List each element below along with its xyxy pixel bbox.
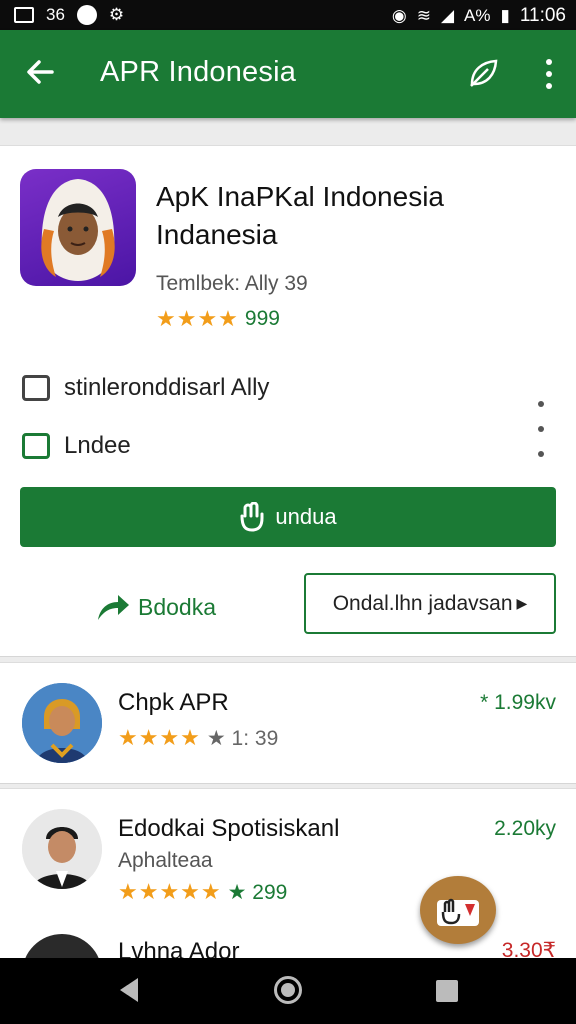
developer-name[interactable]: Temlbek: Ally 39: [156, 272, 308, 296]
floating-action-button[interactable]: [420, 876, 496, 944]
install-button[interactable]: undua: [20, 487, 556, 547]
app-icon: [20, 169, 136, 286]
rating-count: 999: [244, 307, 280, 330]
secondary-button[interactable]: Ondal.lhn jadavsan ▶: [304, 573, 556, 634]
item-price: * 1.99kv: [480, 691, 556, 714]
settings-notification-icon: ⚙: [108, 5, 125, 24]
share-label: Bdodka: [138, 593, 217, 620]
item-subtitle: Aphalteaa: [118, 849, 213, 872]
item-price: 2.20ky: [494, 817, 556, 840]
status-left-text: 36: [46, 5, 65, 24]
play-arrow-icon: ▶: [516, 595, 528, 611]
nav-recents-icon[interactable]: [436, 980, 458, 1002]
avatar: [22, 934, 102, 960]
item-stars: ★★★★: [118, 725, 201, 750]
info-more-icon[interactable]: [538, 401, 546, 457]
hand-icon: [240, 502, 264, 532]
info-row-1: stinleronddisarl Ally: [22, 374, 269, 402]
back-arrow-icon[interactable]: [22, 54, 58, 90]
nav-back-icon[interactable]: [120, 978, 138, 1002]
nav-home-icon[interactable]: [274, 976, 302, 1004]
item-price: 3.30₹: [501, 939, 556, 960]
share-arrow-icon: [98, 595, 129, 620]
status-bar: 36 ⚙ ◉ ≋ ◢ A% ▮ 11:06: [0, 0, 576, 30]
message-icon: [22, 375, 50, 401]
item-rating-text: ★ 1: 39: [206, 726, 279, 750]
image-notification-icon: [14, 7, 34, 23]
list-item[interactable]: Lvhna Ador 3.30₹: [0, 930, 576, 960]
avatar: [22, 809, 102, 889]
app-detail-card: ApK InaPKal Indonesia Indanesia Temlbek:…: [0, 145, 576, 657]
info-row-2: Lndee: [22, 432, 131, 460]
item-rating: ★★★★ ★ 1: 39: [118, 725, 278, 751]
battery-text: A%: [464, 6, 491, 25]
share-button[interactable]: Bdodka: [96, 592, 216, 622]
app-name: ApK InaPKal Indonesia Indanesia: [156, 181, 444, 250]
navigation-bar: [0, 958, 576, 1024]
battery-icon: ▮: [500, 6, 510, 25]
info-row-2-text: Lndee: [64, 432, 131, 459]
alarm-icon: ◉: [391, 6, 407, 25]
hand-download-icon: [437, 898, 479, 926]
item-rating: ★★★★★ ★ 299: [118, 879, 287, 905]
download-box-icon: [22, 433, 50, 459]
item-title: Lvhna Ador: [118, 938, 240, 960]
rating-stars: ★★★★: [156, 306, 239, 331]
app-rating: ★★★★ 999: [156, 306, 280, 332]
item-title: Chpk APR: [118, 689, 229, 716]
page-title: APR Indonesia: [100, 56, 297, 88]
secondary-label: Ondal.lhn jadavsan: [332, 591, 513, 615]
list-item[interactable]: Chpk APR ★★★★ ★ 1: 39 * 1.99kv: [0, 662, 576, 784]
item-title: Edodkai Spotisiskanl: [118, 815, 340, 842]
info-row-1-text: stinleronddisarl Ally: [64, 374, 270, 401]
item-rating-text: ★ 299: [227, 880, 288, 904]
wifi-icon: ≋: [416, 6, 431, 25]
app-notification-icon: [76, 5, 97, 25]
item-stars: ★★★★★: [118, 879, 222, 904]
more-options-icon[interactable]: [544, 58, 554, 90]
install-label: undua: [275, 504, 337, 529]
leaf-icon[interactable]: [466, 56, 500, 90]
signal-icon: ◢: [440, 6, 455, 25]
avatar: [22, 683, 102, 763]
app-bar: APR Indonesia: [0, 30, 576, 118]
clock: 11:06: [519, 5, 566, 26]
